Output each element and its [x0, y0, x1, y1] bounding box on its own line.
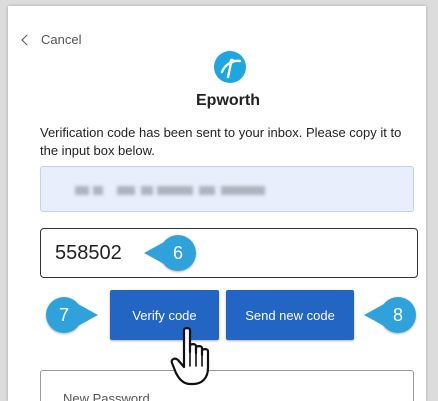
new-password-field[interactable]: New Password [40, 370, 414, 401]
new-password-placeholder: New Password [63, 391, 150, 401]
send-new-code-button[interactable]: Send new code [226, 290, 354, 340]
step-callout-8: 8 [364, 297, 416, 333]
hand-pointer-icon [170, 327, 210, 386]
step-callout-6: 6 [144, 235, 196, 271]
redacted-text [157, 186, 193, 195]
epworth-logo-icon [214, 51, 246, 83]
step-callout-7: 7 [46, 297, 98, 333]
redacted-text [199, 186, 215, 195]
redacted-text [93, 186, 103, 195]
brand-name: Epworth [196, 92, 260, 109]
cancel-label: Cancel [41, 32, 82, 47]
redacted-text [117, 186, 135, 195]
redacted-text [75, 186, 89, 195]
redacted-text [141, 186, 153, 195]
verification-message: Verification code has been sent to your … [40, 125, 402, 158]
verification-dialog: Cancel Epworth Verification code has bee… [8, 6, 426, 401]
cancel-link[interactable]: Cancel [20, 32, 81, 47]
redacted-text [221, 186, 265, 195]
chevron-left-icon [21, 33, 33, 46]
verification-code-input[interactable] [40, 228, 418, 278]
email-field[interactable] [40, 166, 414, 212]
